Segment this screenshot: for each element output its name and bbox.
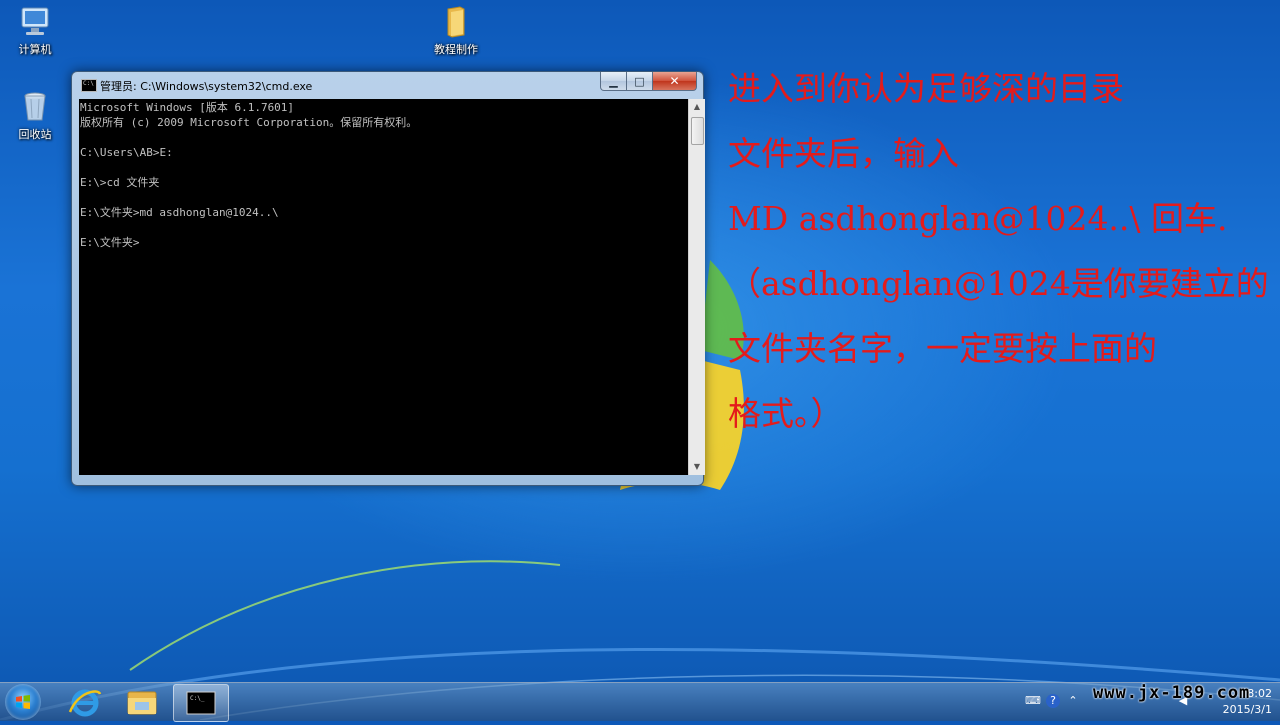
cmd-icon: C:\_ <box>186 691 216 715</box>
instruction-annotation: 进入到你认为足够深的目录 文件夹后，输入 MD asdhonglan@1024.… <box>728 56 1278 446</box>
console-area[interactable]: Microsoft Windows [版本 6.1.7601] 版权所有 (c)… <box>79 99 688 475</box>
desktop-icon-computer[interactable]: 计算机 <box>3 5 67 57</box>
clock-date: 2015/3/1 <box>1222 703 1272 716</box>
svg-text:C:\_: C:\_ <box>190 695 205 702</box>
cmd-app-icon[interactable]: C:\ <box>81 79 97 92</box>
console-output: Microsoft Windows [版本 6.1.7601] 版权所有 (c)… <box>80 101 418 249</box>
recycle-bin-icon <box>24 92 46 121</box>
watermark: www.jx-189.com <box>1093 683 1251 703</box>
folder-icon <box>127 691 157 715</box>
window-titlebar[interactable]: C:\ 管理员: C:\Windows\system32\cmd.exe ▁ □… <box>72 72 703 98</box>
minimize-button[interactable]: ▁ <box>600 72 627 91</box>
maximize-button[interactable]: □ <box>627 72 653 91</box>
desktop-icon-tutorial-folder[interactable]: 教程制作 <box>424 5 488 57</box>
help-icon[interactable]: ? <box>1046 694 1060 708</box>
taskbar-cmd[interactable]: C:\_ <box>173 684 229 722</box>
desktop-icon-label: 计算机 <box>18 43 52 56</box>
annotation-line: 格式。） <box>728 394 844 433</box>
desktop-icon-label: 回收站 <box>18 128 52 141</box>
start-button[interactable] <box>5 684 41 720</box>
desktop-icon-label: 教程制作 <box>434 43 478 56</box>
windows-flag-icon <box>16 695 30 709</box>
scroll-up-arrow-icon[interactable]: ▲ <box>689 99 705 115</box>
annotation-line: （asdhonglan@1024是你要建立的 <box>728 264 1269 303</box>
cmd-window[interactable]: C:\ 管理员: C:\Windows\system32\cmd.exe ▁ □… <box>71 71 705 486</box>
annotation-line: 文件夹后，输入 <box>728 134 959 173</box>
keyboard-icon[interactable]: ⌨ <box>1025 694 1041 708</box>
tray-expand-icon[interactable]: ⌃ <box>1066 694 1080 708</box>
scroll-down-arrow-icon[interactable]: ▼ <box>689 459 705 475</box>
scrollbar-thumb[interactable] <box>691 117 704 145</box>
window-controls: ▁ □ ✕ <box>600 72 697 91</box>
close-button[interactable]: ✕ <box>653 72 697 91</box>
vertical-scrollbar[interactable]: ▲ ▼ <box>688 99 705 475</box>
computer-icon <box>21 7 49 35</box>
taskbar-explorer[interactable] <box>115 684 169 720</box>
annotation-line: MD asdhonglan@1024..\ 回车. <box>728 199 1228 238</box>
ie-icon <box>68 689 102 717</box>
annotation-line: 文件夹名字，一定要按上面的 <box>728 329 1157 368</box>
taskbar: C:\_ ⌨ ? ⌃ ◀ 8:02 2015/3/1 <box>0 682 1280 722</box>
desktop-icon-recycle-bin[interactable]: 回收站 <box>3 90 67 142</box>
window-title: 管理员: C:\Windows\system32\cmd.exe <box>100 80 313 93</box>
annotation-line: 进入到你认为足够深的目录 <box>728 69 1124 108</box>
folder-icon <box>447 6 465 38</box>
taskbar-internet-explorer[interactable] <box>58 684 112 720</box>
